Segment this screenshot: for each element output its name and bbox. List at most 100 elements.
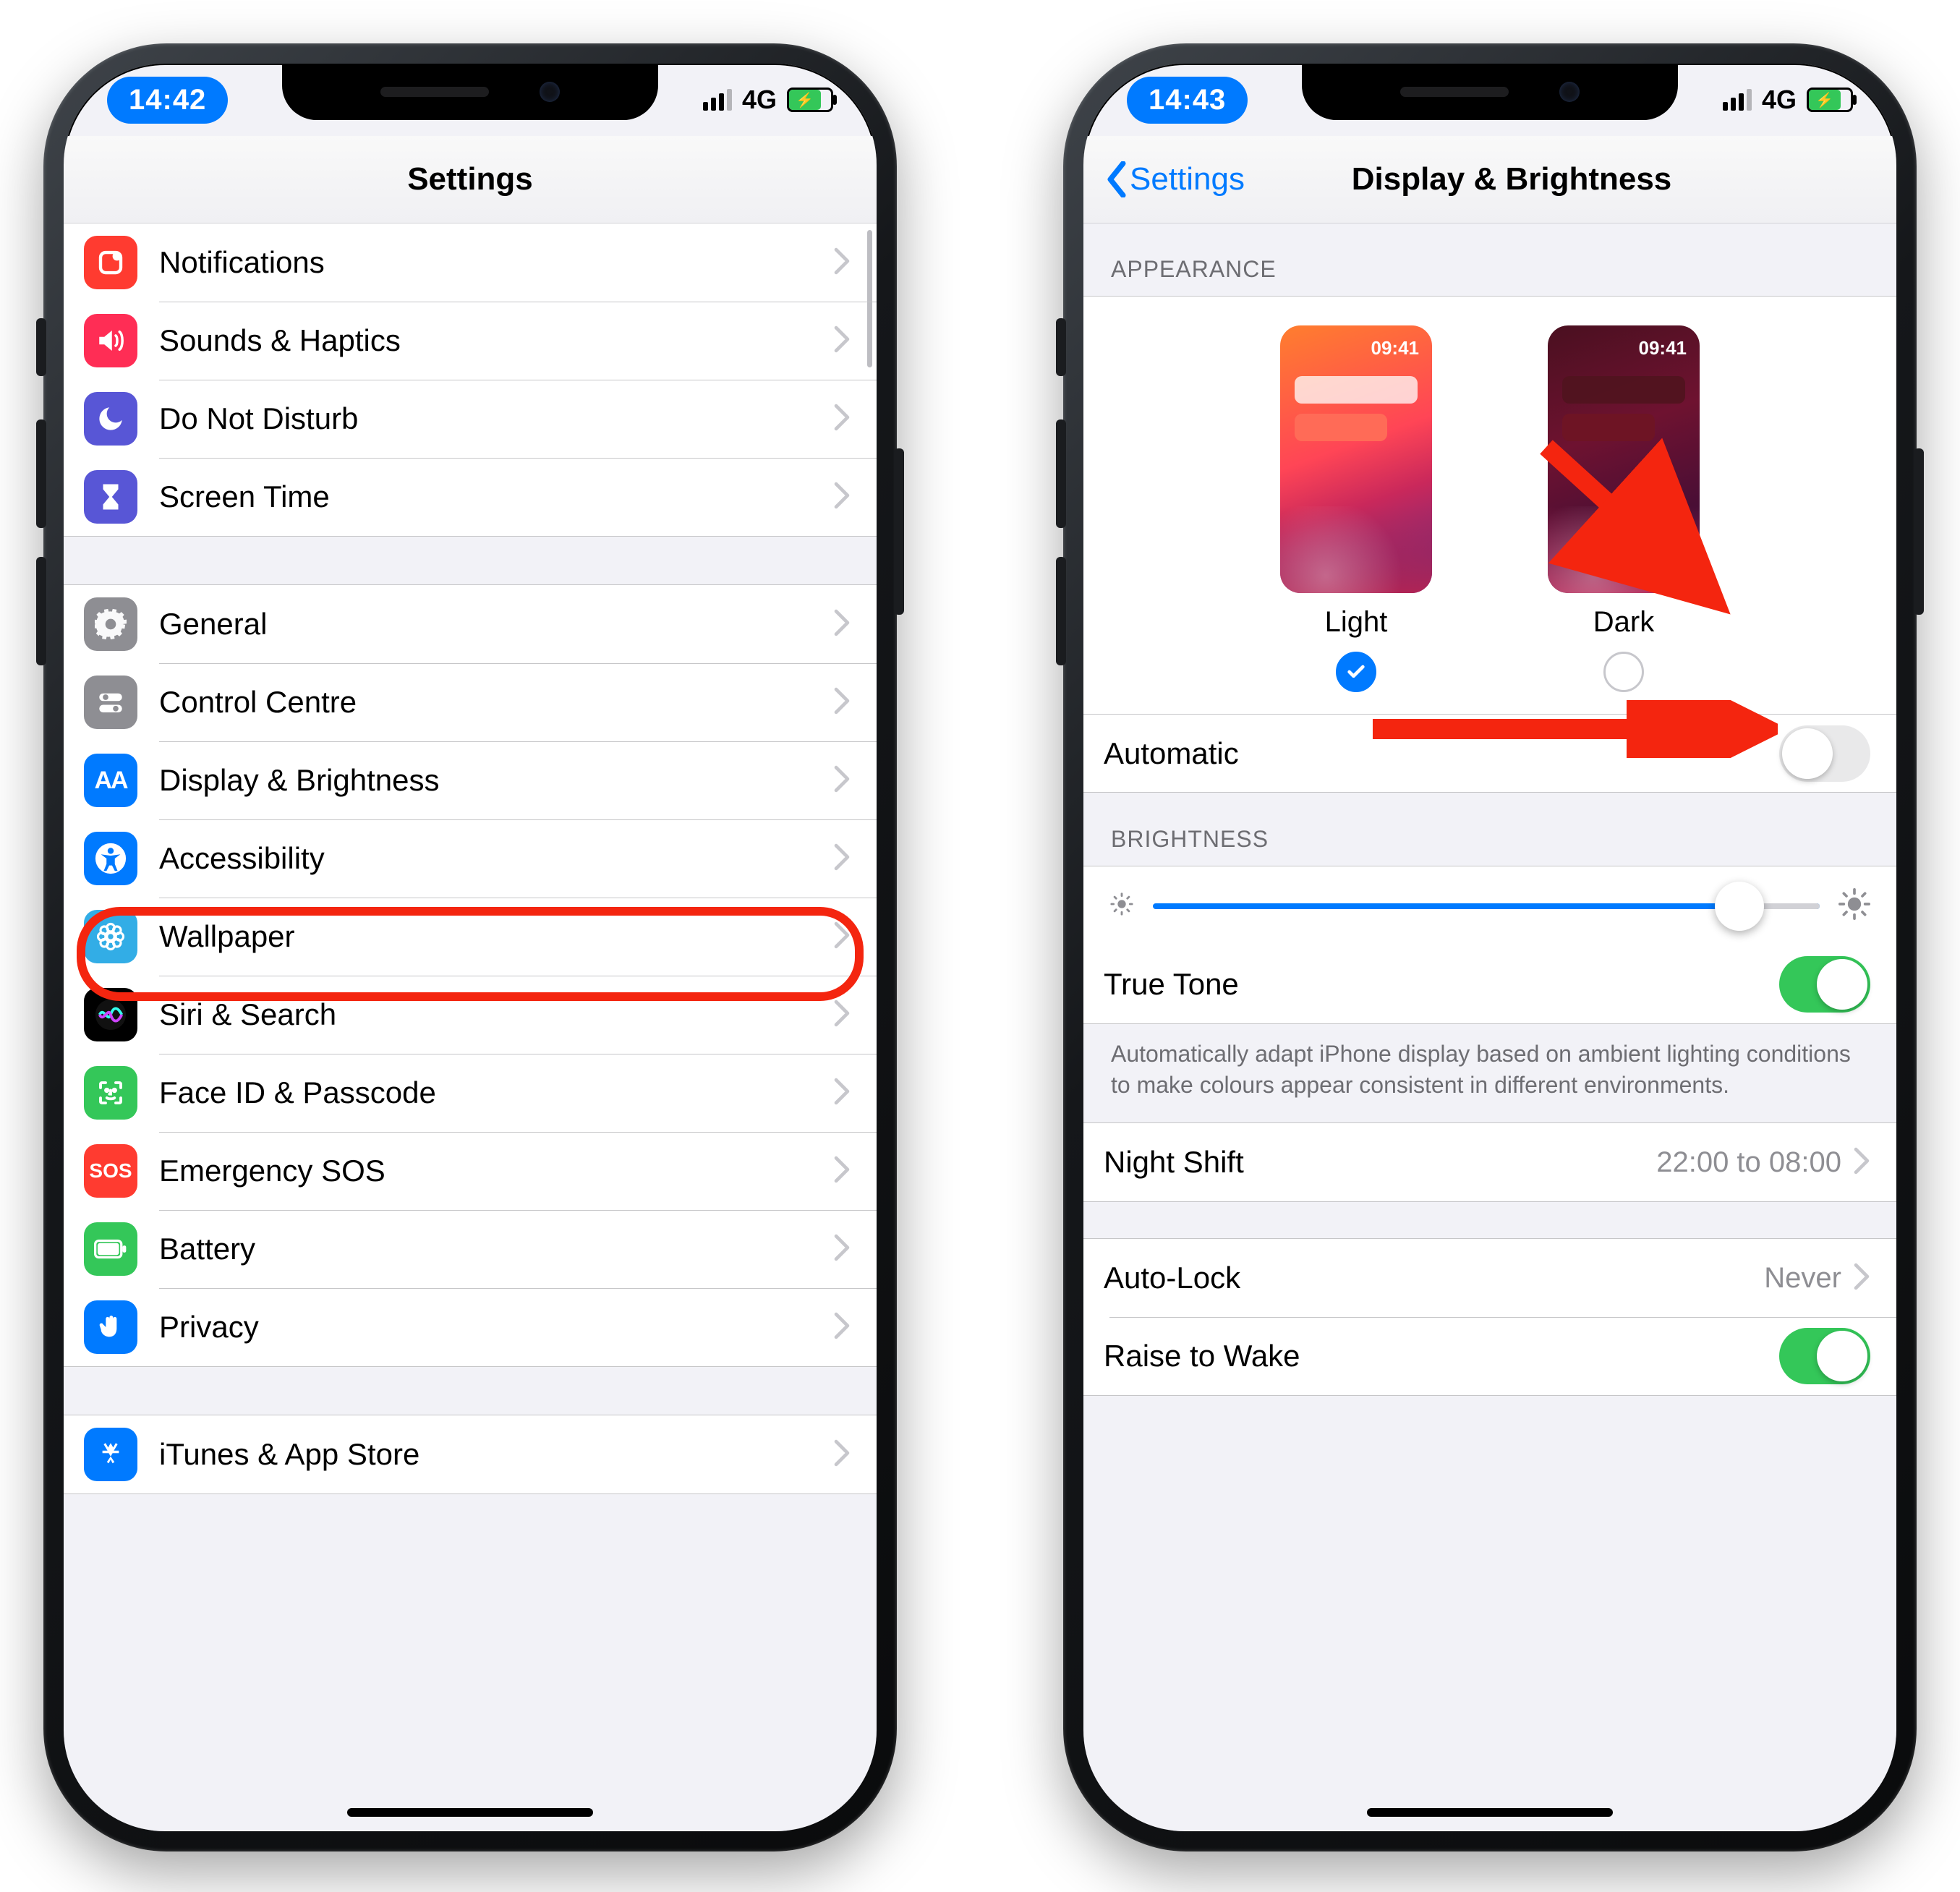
settings-row-label: Battery: [159, 1232, 833, 1266]
home-indicator[interactable]: [1367, 1808, 1613, 1817]
home-indicator[interactable]: [347, 1808, 593, 1817]
back-button[interactable]: Settings: [1104, 161, 1245, 197]
chevron-right-icon: [833, 765, 851, 796]
nightshift-row[interactable]: Night Shift 22:00 to 08:00: [1083, 1123, 1896, 1201]
textsize-icon: AA: [84, 754, 137, 807]
settings-row-controlcentre[interactable]: Control Centre: [64, 663, 877, 741]
chevron-right-icon: [833, 687, 851, 718]
appstore-icon: [84, 1428, 137, 1481]
settings-row-siri[interactable]: Siri & Search: [64, 976, 877, 1054]
sun-min-icon: [1109, 892, 1134, 920]
battery-icon: ⚡: [787, 88, 833, 112]
automatic-label: Automatic: [1104, 736, 1779, 771]
settings-row-label: Do Not Disturb: [159, 401, 833, 436]
hand-icon: [84, 1300, 137, 1354]
settings-row-screentime[interactable]: Screen Time: [64, 458, 877, 536]
settings-row-label: Control Centre: [159, 685, 833, 720]
toggles-icon: [84, 676, 137, 729]
autolock-row[interactable]: Auto-Lock Never: [1083, 1239, 1896, 1317]
settings-row-label: Accessibility: [159, 841, 833, 876]
phone-frame-left: 14:42 4G ⚡ Settings Notifications Sounds …: [43, 43, 897, 1851]
nav-bar: Settings: [64, 136, 877, 223]
gear-icon: [84, 597, 137, 651]
carrier-label: 4G: [742, 85, 777, 115]
accessibility-icon: [84, 832, 137, 885]
settings-row-label: General: [159, 607, 833, 642]
dark-thumbnail: 09:41: [1548, 325, 1700, 593]
nightshift-detail: 22:00 to 08:00: [1656, 1146, 1841, 1179]
sun-max-icon: [1838, 888, 1870, 924]
settings-list[interactable]: Notifications Sounds & Haptics Do Not Dist…: [64, 223, 877, 1831]
settings-row-dnd[interactable]: Do Not Disturb: [64, 380, 877, 458]
chevron-right-icon: [833, 247, 851, 278]
chevron-right-icon: [833, 1156, 851, 1187]
autolock-label: Auto-Lock: [1104, 1261, 1764, 1295]
appearance-option-light[interactable]: 09:41 Light: [1280, 325, 1432, 692]
settings-row-label: Emergency SOS: [159, 1154, 833, 1188]
appearance-option-dark[interactable]: 09:41 Dark: [1548, 325, 1700, 692]
settings-row-notifications[interactable]: Notifications: [64, 223, 877, 302]
truetone-toggle[interactable]: [1779, 956, 1870, 1013]
settings-row-wallpaper[interactable]: Wallpaper: [64, 898, 877, 976]
automatic-row[interactable]: Automatic: [1083, 714, 1896, 792]
screen-right: 14:43 4G ⚡ Settings Display & Brightness…: [1083, 64, 1896, 1831]
settings-row-display[interactable]: AADisplay & Brightness: [64, 741, 877, 819]
automatic-toggle[interactable]: [1779, 725, 1870, 782]
chevron-right-icon: [833, 843, 851, 874]
settings-row-sounds[interactable]: Sounds & Haptics: [64, 302, 877, 380]
settings-row-general[interactable]: General: [64, 585, 877, 663]
carrier-label: 4G: [1762, 85, 1797, 115]
truetone-label: True Tone: [1104, 967, 1779, 1002]
chevron-left-icon: [1104, 161, 1130, 197]
speaker-icon: [84, 314, 137, 367]
chevron-right-icon: [833, 1439, 851, 1470]
battery-icon: [84, 1222, 137, 1276]
settings-row-label: Notifications: [159, 245, 833, 280]
settings-row-appstore[interactable]: iTunes & App Store: [64, 1415, 877, 1493]
display-settings-content[interactable]: APPEARANCE 09:41 Light: [1083, 223, 1896, 1831]
chevron-right-icon: [833, 1234, 851, 1265]
appearance-light-label: Light: [1325, 606, 1388, 639]
settings-row-sos[interactable]: SOS Emergency SOS: [64, 1132, 877, 1210]
notifications-icon: [84, 236, 137, 289]
nav-title: Display & Brightness: [1352, 161, 1672, 197]
hourglass-icon: [84, 470, 137, 524]
section-header-appearance: APPEARANCE: [1083, 223, 1896, 296]
brightness-slider[interactable]: [1153, 903, 1820, 909]
status-time: 14:42: [107, 77, 228, 124]
sos-icon: SOS: [84, 1144, 137, 1198]
section-header-brightness: BRIGHTNESS: [1083, 793, 1896, 866]
radio-light[interactable]: [1336, 652, 1376, 692]
screen-left: 14:42 4G ⚡ Settings Notifications Sounds …: [64, 64, 877, 1831]
chevron-right-icon: [1853, 1263, 1870, 1294]
chevron-right-icon: [833, 325, 851, 357]
settings-row-label: Screen Time: [159, 480, 833, 514]
settings-row-label: Wallpaper: [159, 919, 833, 954]
notch: [282, 64, 658, 120]
signal-bars-icon: [703, 89, 732, 111]
settings-row-battery[interactable]: Battery: [64, 1210, 877, 1288]
settings-row-privacy[interactable]: Privacy: [64, 1288, 877, 1366]
chevron-right-icon: [833, 921, 851, 953]
chevron-right-icon: [833, 1312, 851, 1343]
truetone-row[interactable]: True Tone: [1083, 945, 1896, 1023]
settings-row-label: Siri & Search: [159, 997, 833, 1032]
raise-toggle[interactable]: [1779, 1328, 1870, 1384]
nightshift-label: Night Shift: [1104, 1145, 1656, 1180]
appearance-dark-label: Dark: [1593, 606, 1654, 639]
settings-row-faceid[interactable]: Face ID & Passcode: [64, 1054, 877, 1132]
notch: [1302, 64, 1678, 120]
raise-label: Raise to Wake: [1104, 1339, 1779, 1373]
truetone-note: Automatically adapt iPhone display based…: [1083, 1024, 1896, 1122]
settings-row-label: iTunes & App Store: [159, 1437, 833, 1472]
chevron-right-icon: [833, 609, 851, 640]
status-time: 14:43: [1127, 77, 1248, 124]
signal-bars-icon: [1723, 89, 1752, 111]
raise-row[interactable]: Raise to Wake: [1083, 1317, 1896, 1395]
nav-bar: Settings Display & Brightness: [1083, 136, 1896, 223]
settings-row-accessibility[interactable]: Accessibility: [64, 819, 877, 898]
brightness-slider-row: [1083, 866, 1896, 945]
chevron-right-icon: [833, 1000, 851, 1031]
settings-row-label: Face ID & Passcode: [159, 1075, 833, 1110]
radio-dark[interactable]: [1603, 652, 1644, 692]
